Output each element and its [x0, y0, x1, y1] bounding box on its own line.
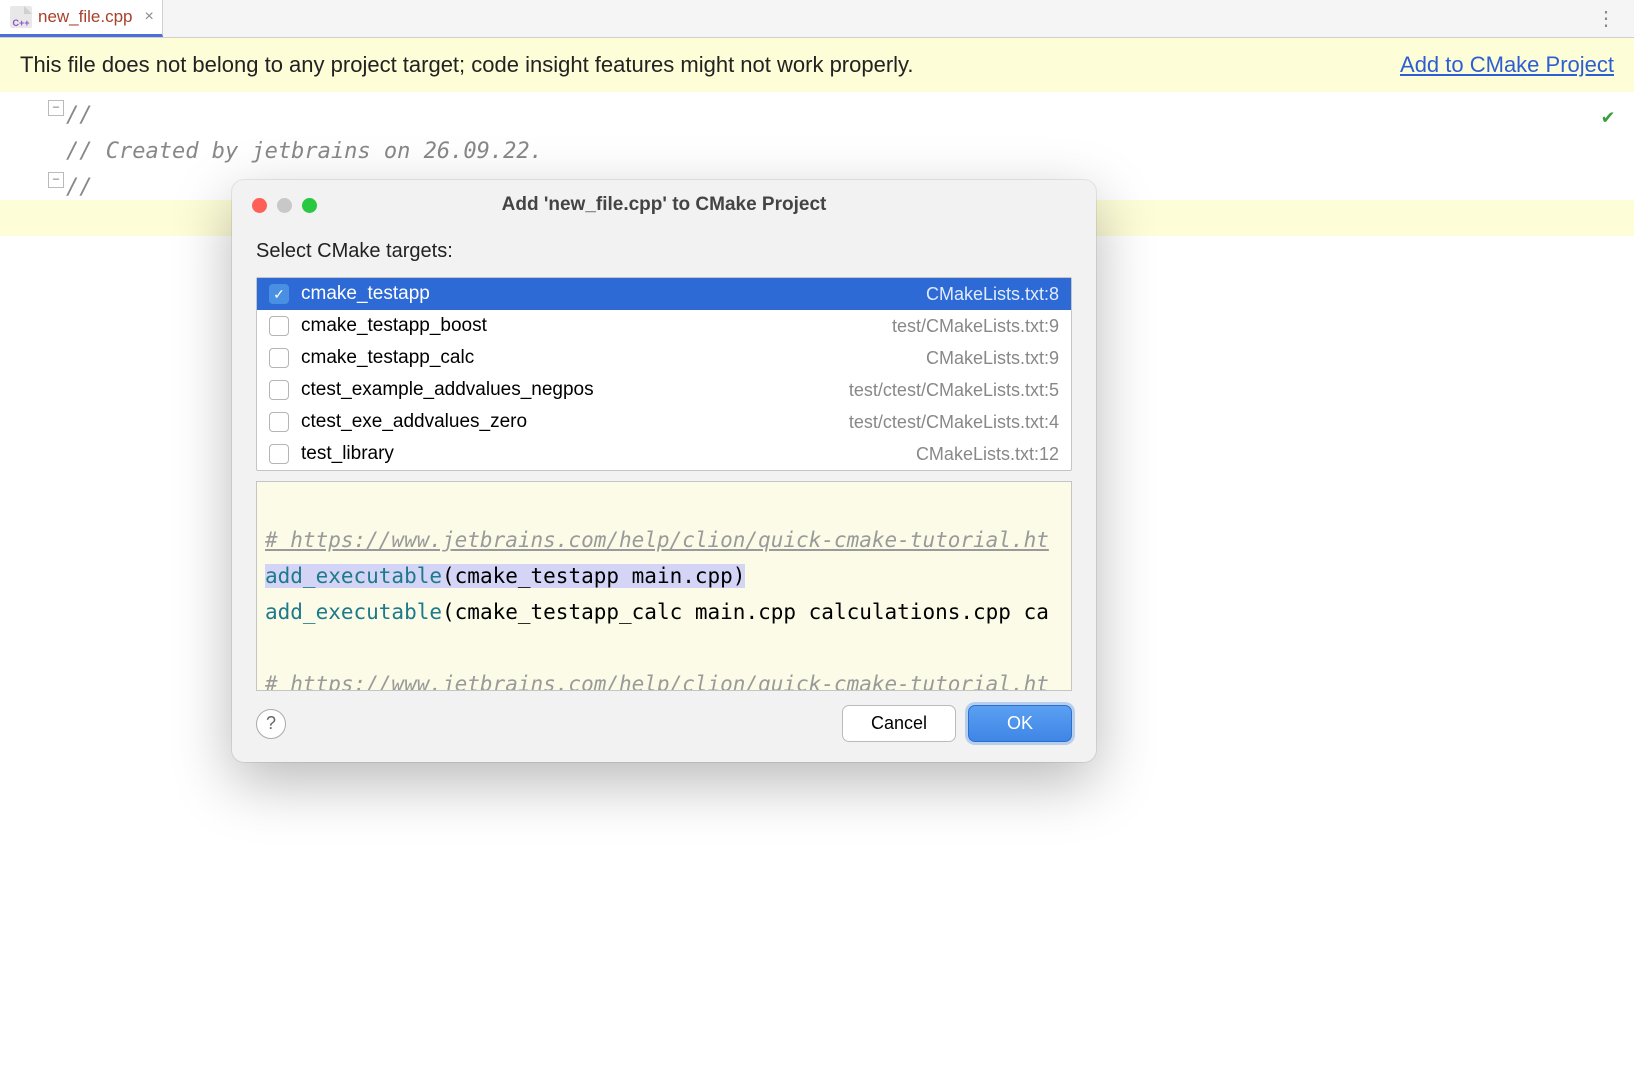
tab-bar: C++ new_file.cpp × ⋮ [0, 0, 1634, 38]
targets-label: Select CMake targets: [256, 240, 1072, 263]
target-name: cmake_testapp_boost [301, 315, 892, 337]
analysis-ok-icon[interactable]: ✔ [1602, 98, 1614, 134]
target-row[interactable]: cmake_testapp_calcCMakeLists.txt:9 [257, 342, 1071, 374]
banner-text: This file does not belong to any project… [20, 52, 914, 78]
target-row[interactable]: test_libraryCMakeLists.txt:12 [257, 438, 1071, 470]
target-location: test/ctest/CMakeLists.txt:4 [849, 412, 1059, 433]
add-to-cmake-dialog: Add 'new_file.cpp' to CMake Project Sele… [232, 180, 1096, 762]
notification-banner: This file does not belong to any project… [0, 38, 1634, 92]
window-zoom-icon[interactable] [302, 198, 317, 213]
target-checkbox[interactable] [269, 380, 289, 400]
target-row[interactable]: cmake_testapp_boosttest/CMakeLists.txt:9 [257, 310, 1071, 342]
target-location: CMakeLists.txt:12 [916, 444, 1059, 465]
target-checkbox[interactable] [269, 348, 289, 368]
target-location: test/ctest/CMakeLists.txt:5 [849, 380, 1059, 401]
target-location: CMakeLists.txt:8 [926, 284, 1059, 305]
target-checkbox[interactable]: ✓ [269, 284, 289, 304]
target-name: ctest_exe_addvalues_zero [301, 411, 849, 433]
target-checkbox[interactable] [269, 412, 289, 432]
close-tab-icon[interactable]: × [145, 8, 154, 26]
target-name: cmake_testapp [301, 283, 926, 305]
target-location: test/CMakeLists.txt:9 [892, 316, 1059, 337]
cmake-preview: # https://www.jetbrains.com/help/clion/q… [256, 481, 1072, 691]
target-row[interactable]: ctest_exe_addvalues_zerotest/ctest/CMake… [257, 406, 1071, 438]
target-row[interactable]: ctest_example_addvalues_negpostest/ctest… [257, 374, 1071, 406]
target-name: ctest_example_addvalues_negpos [301, 379, 849, 401]
target-checkbox[interactable] [269, 444, 289, 464]
target-name: test_library [301, 443, 916, 465]
target-name: cmake_testapp_calc [301, 347, 926, 369]
targets-list: ✓ cmake_testappCMakeLists.txt:8 cmake_test… [256, 277, 1072, 471]
target-row[interactable]: ✓ cmake_testappCMakeLists.txt:8 [257, 278, 1071, 310]
code-line: // [66, 98, 1634, 134]
cpp-file-icon: C++ [10, 6, 32, 28]
editor-tab[interactable]: C++ new_file.cpp × [0, 0, 163, 37]
fold-icon[interactable]: − [48, 100, 64, 116]
dialog-titlebar[interactable]: Add 'new_file.cpp' to CMake Project [232, 180, 1096, 230]
code-line: // Created by jetbrains on 26.09.22. [66, 134, 1634, 170]
tab-overflow-icon[interactable]: ⋮ [1578, 6, 1634, 31]
fold-end-icon[interactable]: − [48, 172, 64, 188]
ok-button[interactable]: OK [968, 705, 1072, 742]
add-to-cmake-link[interactable]: Add to CMake Project [1400, 52, 1614, 78]
tab-filename: new_file.cpp [38, 7, 133, 27]
window-minimize-icon[interactable] [277, 198, 292, 213]
target-checkbox[interactable] [269, 316, 289, 336]
window-close-icon[interactable] [252, 198, 267, 213]
help-button[interactable]: ? [256, 709, 286, 739]
target-location: CMakeLists.txt:9 [926, 348, 1059, 369]
cancel-button[interactable]: Cancel [842, 705, 956, 742]
dialog-title: Add 'new_file.cpp' to CMake Project [502, 194, 827, 216]
